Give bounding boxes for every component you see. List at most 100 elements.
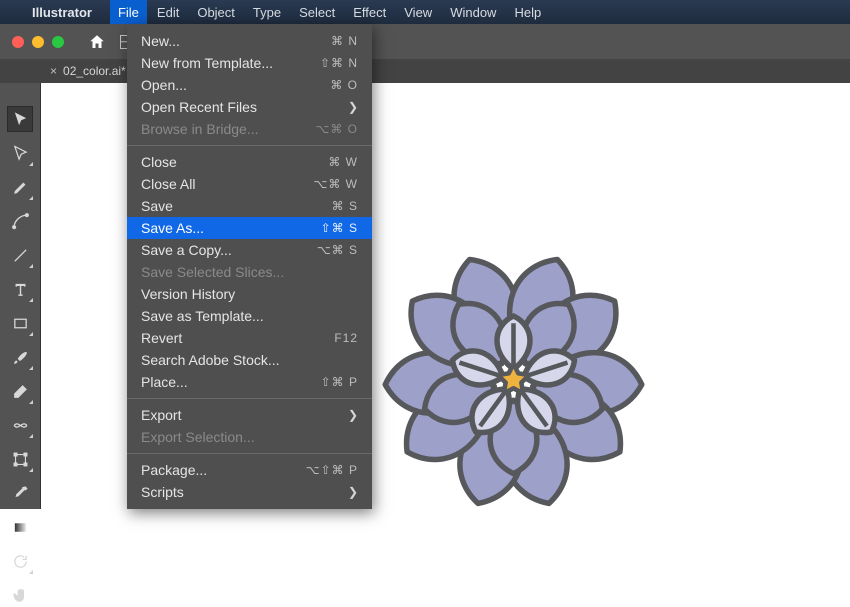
tool-paintbrush[interactable] — [8, 345, 32, 369]
traffic-light-close[interactable] — [12, 36, 24, 48]
menu-item-label: Save As... — [141, 220, 204, 236]
menu-item-label: Export — [141, 407, 181, 423]
menubar-item-object[interactable]: Object — [197, 5, 235, 20]
menu-shortcut: ⇧⌘ N — [320, 56, 358, 70]
menu-item-open-recent-files[interactable]: Open Recent Files ❯ — [127, 96, 372, 118]
tool-selection[interactable] — [8, 107, 32, 131]
menu-item-revert[interactable]: Revert F12 — [127, 327, 372, 349]
menu-item-label: Search Adobe Stock... — [141, 352, 280, 368]
menu-item-new[interactable]: New... ⌘ N — [127, 30, 372, 52]
menubar-item-window[interactable]: Window — [450, 5, 496, 20]
menubar-item-edit[interactable]: Edit — [157, 5, 179, 20]
menu-item-export-selection: Export Selection... — [127, 426, 372, 448]
tool-flyout-indicator — [29, 434, 33, 438]
home-icon[interactable] — [88, 33, 106, 51]
menubar-app-name[interactable]: Illustrator — [32, 5, 92, 20]
close-tab-icon[interactable]: × — [50, 64, 57, 78]
tool-curvature[interactable] — [8, 209, 32, 233]
menu-item-package[interactable]: Package... ⌥⇧⌘ P — [127, 459, 372, 481]
menu-item-label: Open Recent Files — [141, 99, 257, 115]
tool-eyedropper[interactable] — [8, 481, 32, 505]
menu-shortcut: ⌥⌘ O — [316, 122, 359, 136]
menu-item-save-selected-slices: Save Selected Slices... — [127, 261, 372, 283]
tool-width[interactable] — [8, 413, 32, 437]
menu-item-label: New... — [141, 33, 180, 49]
menu-item-save[interactable]: Save ⌘ S — [127, 195, 372, 217]
tool-line[interactable] — [8, 243, 32, 267]
menu-shortcut: ⌥⌘ W — [314, 177, 359, 191]
menu-item-browse-in-bridge: Browse in Bridge... ⌥⌘ O — [127, 118, 372, 140]
traffic-light-zoom[interactable] — [52, 36, 64, 48]
menu-item-version-history[interactable]: Version History — [127, 283, 372, 305]
menu-separator — [127, 145, 372, 146]
tool-flyout-indicator — [29, 366, 33, 370]
tool-type[interactable] — [8, 277, 32, 301]
tool-pen[interactable] — [8, 175, 32, 199]
document-tab-label[interactable]: 02_color.ai* — [63, 64, 126, 78]
menu-item-label: Version History — [141, 286, 235, 302]
tool-flyout-indicator — [29, 196, 33, 200]
menu-item-label: Revert — [141, 330, 182, 346]
menu-shortcut: ⌘ W — [328, 155, 358, 169]
menubar-item-select[interactable]: Select — [299, 5, 335, 20]
menu-shortcut: ⌘ S — [332, 199, 358, 213]
menu-item-save-a-copy[interactable]: Save a Copy... ⌥⌘ S — [127, 239, 372, 261]
menu-item-place[interactable]: Place... ⇧⌘ P — [127, 371, 372, 393]
menu-item-open[interactable]: Open...⌘ O — [127, 74, 372, 96]
menu-item-label: Save a Copy... — [141, 242, 232, 258]
tool-gradient[interactable] — [8, 515, 32, 539]
menu-item-label: Save as Template... — [141, 308, 264, 324]
menu-item-export[interactable]: Export ❯ — [127, 404, 372, 426]
menu-separator — [127, 453, 372, 454]
tool-rotate[interactable] — [8, 549, 32, 573]
tool-hand[interactable] — [8, 583, 32, 607]
tool-flyout-indicator — [29, 332, 33, 336]
tool-eraser[interactable] — [8, 379, 32, 403]
artwork-flower — [376, 238, 651, 513]
menu-item-new-from-template[interactable]: New from Template...⇧⌘ N — [127, 52, 372, 74]
tool-rectangle[interactable] — [8, 311, 32, 335]
menu-item-label: Scripts — [141, 484, 184, 500]
menu-item-label: Close All — [141, 176, 195, 192]
menu-shortcut: ⇧⌘ S — [321, 221, 358, 235]
macos-menubar: Illustrator File Edit Object Type Select Effe… — [0, 0, 850, 24]
menu-shortcut: ⇧⌘ P — [321, 375, 358, 389]
tool-flyout-indicator — [29, 264, 33, 268]
menu-item-scripts[interactable]: Scripts ❯ — [127, 481, 372, 503]
menu-item-label: Save — [141, 198, 173, 214]
menu-shortcut: ⌥⌘ S — [317, 243, 358, 257]
tool-flyout-indicator — [29, 468, 33, 472]
menubar-item-effect[interactable]: Effect — [353, 5, 386, 20]
menubar-item-help[interactable]: Help — [514, 5, 541, 20]
menu-item-search-adobe-stock[interactable]: Search Adobe Stock... — [127, 349, 372, 371]
tool-free-transform[interactable] — [8, 447, 32, 471]
menu-item-save-as-template[interactable]: Save as Template... — [127, 305, 372, 327]
submenu-chevron-icon: ❯ — [348, 485, 358, 499]
menu-item-close[interactable]: Close ⌘ W — [127, 151, 372, 173]
menu-item-close-all[interactable]: Close All ⌥⌘ W — [127, 173, 372, 195]
menu-item-label: Browse in Bridge... — [141, 121, 259, 137]
menubar-item-file[interactable]: File — [110, 0, 147, 24]
menubar-item-type[interactable]: Type — [253, 5, 281, 20]
tool-direct-selection[interactable] — [8, 141, 32, 165]
menu-item-label: Place... — [141, 374, 188, 390]
menu-item-label: Close — [141, 154, 177, 170]
menu-shortcut: F12 — [334, 331, 358, 345]
tool-flyout-indicator — [29, 298, 33, 302]
traffic-light-minimize[interactable] — [32, 36, 44, 48]
tool-panel — [0, 83, 41, 509]
menu-separator — [127, 398, 372, 399]
tool-flyout-indicator — [29, 400, 33, 404]
file-menu-dropdown: New...⌘ NNew from Template...⇧⌘ NOpen...… — [127, 24, 372, 509]
menu-item-label: Package... — [141, 462, 207, 478]
menu-item-label: Open... — [141, 77, 187, 93]
menu-item-label: Save Selected Slices... — [141, 264, 284, 280]
menu-shortcut: ⌘ N — [331, 34, 358, 48]
submenu-chevron-icon: ❯ — [348, 408, 358, 422]
tool-flyout-indicator — [29, 570, 33, 574]
menu-shortcut: ⌥⇧⌘ P — [306, 463, 358, 477]
menubar-item-view[interactable]: View — [404, 5, 432, 20]
submenu-chevron-icon: ❯ — [348, 100, 358, 114]
menu-item-save-as[interactable]: Save As... ⇧⌘ S — [127, 217, 372, 239]
tool-flyout-indicator — [29, 162, 33, 166]
